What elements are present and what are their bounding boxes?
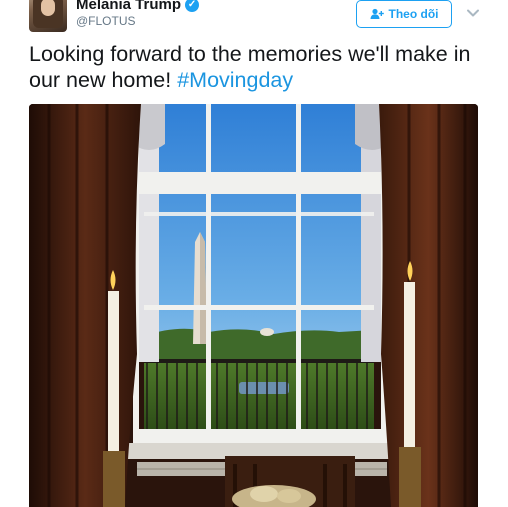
memorial (260, 328, 274, 336)
user-handle[interactable]: @FLOTUS (76, 14, 136, 28)
display-name[interactable]: Melania Trump ✓ (76, 0, 200, 13)
verified-badge-icon: ✓ (185, 0, 200, 12)
curtain-right (379, 104, 478, 507)
avatar-face (41, 0, 55, 16)
add-user-icon (370, 8, 384, 20)
display-name-text[interactable]: Melania Trump (76, 0, 181, 13)
candle-right (404, 282, 415, 447)
lawn (144, 362, 374, 434)
follow-button-label: Theo dõi (388, 7, 439, 21)
tweet-text: Looking forward to the memories we'll ma… (29, 41, 489, 93)
curtain-left (29, 104, 141, 507)
follow-button[interactable]: Theo dõi (356, 0, 452, 28)
balustrade-rail (144, 359, 374, 363)
avatar[interactable] (29, 0, 67, 32)
chevron-down-icon[interactable] (465, 5, 481, 21)
hashtag-link[interactable]: #Movingday (177, 68, 293, 92)
tweet-photo[interactable] (29, 104, 478, 507)
candle-left (108, 291, 119, 451)
